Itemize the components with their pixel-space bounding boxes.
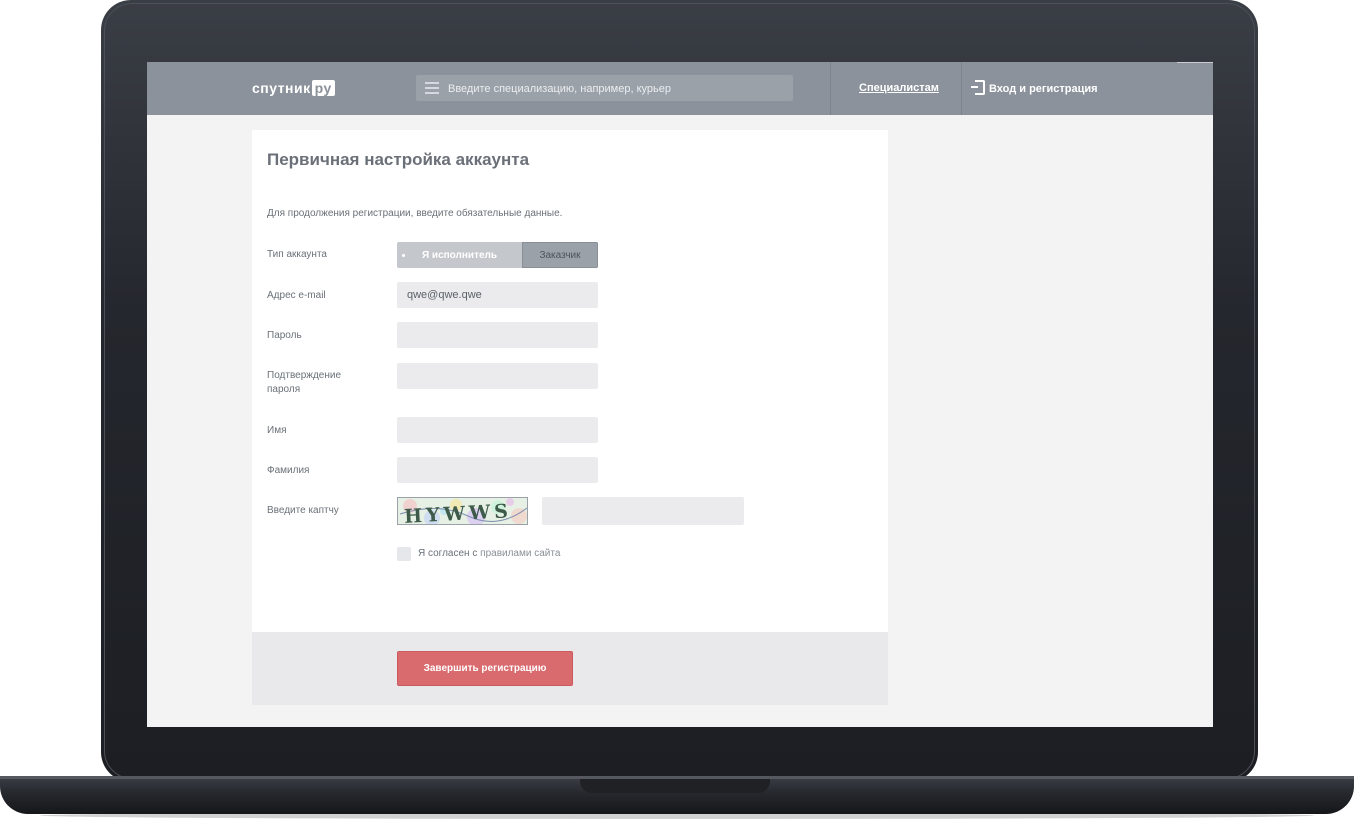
site-header: спутникру Специалистам Вход и регистраци… bbox=[147, 62, 1213, 115]
nav-divider bbox=[961, 62, 962, 115]
nav-divider bbox=[830, 62, 831, 115]
account-type-toggle: Я исполнитель Заказчик bbox=[397, 242, 598, 268]
first-name-label: Имя bbox=[267, 425, 287, 436]
first-name-field[interactable] bbox=[397, 417, 598, 443]
email-field[interactable] bbox=[397, 282, 598, 308]
password-confirm-label: Подтверждение пароля bbox=[267, 369, 341, 397]
captcha-label: Введите каптчу bbox=[267, 505, 339, 516]
search-input[interactable] bbox=[446, 75, 790, 103]
email-label: Адрес e-mail bbox=[267, 290, 326, 301]
password-label: Пароль bbox=[267, 330, 302, 341]
registration-card: Первичная настройка аккаунта Для продолж… bbox=[252, 130, 888, 632]
account-type-customer-label: Заказчик bbox=[539, 249, 581, 261]
password-confirm-field[interactable] bbox=[397, 363, 598, 389]
account-type-customer[interactable]: Заказчик bbox=[522, 242, 598, 268]
agree-label: Я согласен с bbox=[418, 548, 478, 559]
login-link[interactable]: Вход и регистрация bbox=[971, 80, 1098, 95]
finish-registration-button[interactable]: Завершить регистрацию bbox=[397, 651, 573, 686]
site-logo[interactable]: спутник ру bbox=[252, 80, 335, 96]
login-icon bbox=[971, 80, 985, 95]
last-name-label: Фамилия bbox=[267, 465, 310, 476]
last-name-field[interactable] bbox=[397, 457, 598, 483]
laptop-notch bbox=[580, 779, 770, 793]
account-type-performer-label: Я исполнитель bbox=[421, 249, 498, 261]
page-title: Первичная настройка аккаунта bbox=[267, 150, 530, 169]
selected-dot-icon bbox=[402, 254, 405, 257]
agree-text: Я согласен с правилами сайта bbox=[418, 548, 560, 559]
login-label: Вход и регистрация bbox=[989, 83, 1098, 95]
site-rules-link[interactable]: правилами сайта bbox=[480, 548, 560, 559]
account-type-performer[interactable]: Я исполнитель bbox=[397, 242, 522, 268]
logo-badge: ру bbox=[311, 80, 335, 96]
captcha-graphic: HYWWS bbox=[398, 498, 527, 524]
browser-screen: спутникру Специалистам Вход и регистраци… bbox=[147, 62, 1213, 727]
header-corner-line bbox=[1177, 62, 1213, 63]
account-type-label: Тип аккаунта bbox=[267, 249, 327, 260]
password-confirm-label-line2: пароля bbox=[267, 384, 301, 395]
agree-checkbox[interactable] bbox=[397, 547, 411, 561]
specialists-link[interactable]: Специалистам bbox=[859, 82, 939, 94]
form-footer: Завершить регистрацию bbox=[252, 632, 888, 705]
logo-text: спутник bbox=[252, 80, 311, 96]
captcha-image: HYWWS bbox=[397, 497, 528, 525]
password-field[interactable] bbox=[397, 322, 598, 348]
search-box[interactable] bbox=[416, 75, 793, 103]
captcha-field[interactable] bbox=[542, 497, 744, 525]
intro-text: Для продолжения регистрации, введите обя… bbox=[267, 208, 563, 219]
password-confirm-label-line1: Подтверждение bbox=[267, 370, 342, 381]
menu-icon[interactable] bbox=[425, 82, 439, 94]
